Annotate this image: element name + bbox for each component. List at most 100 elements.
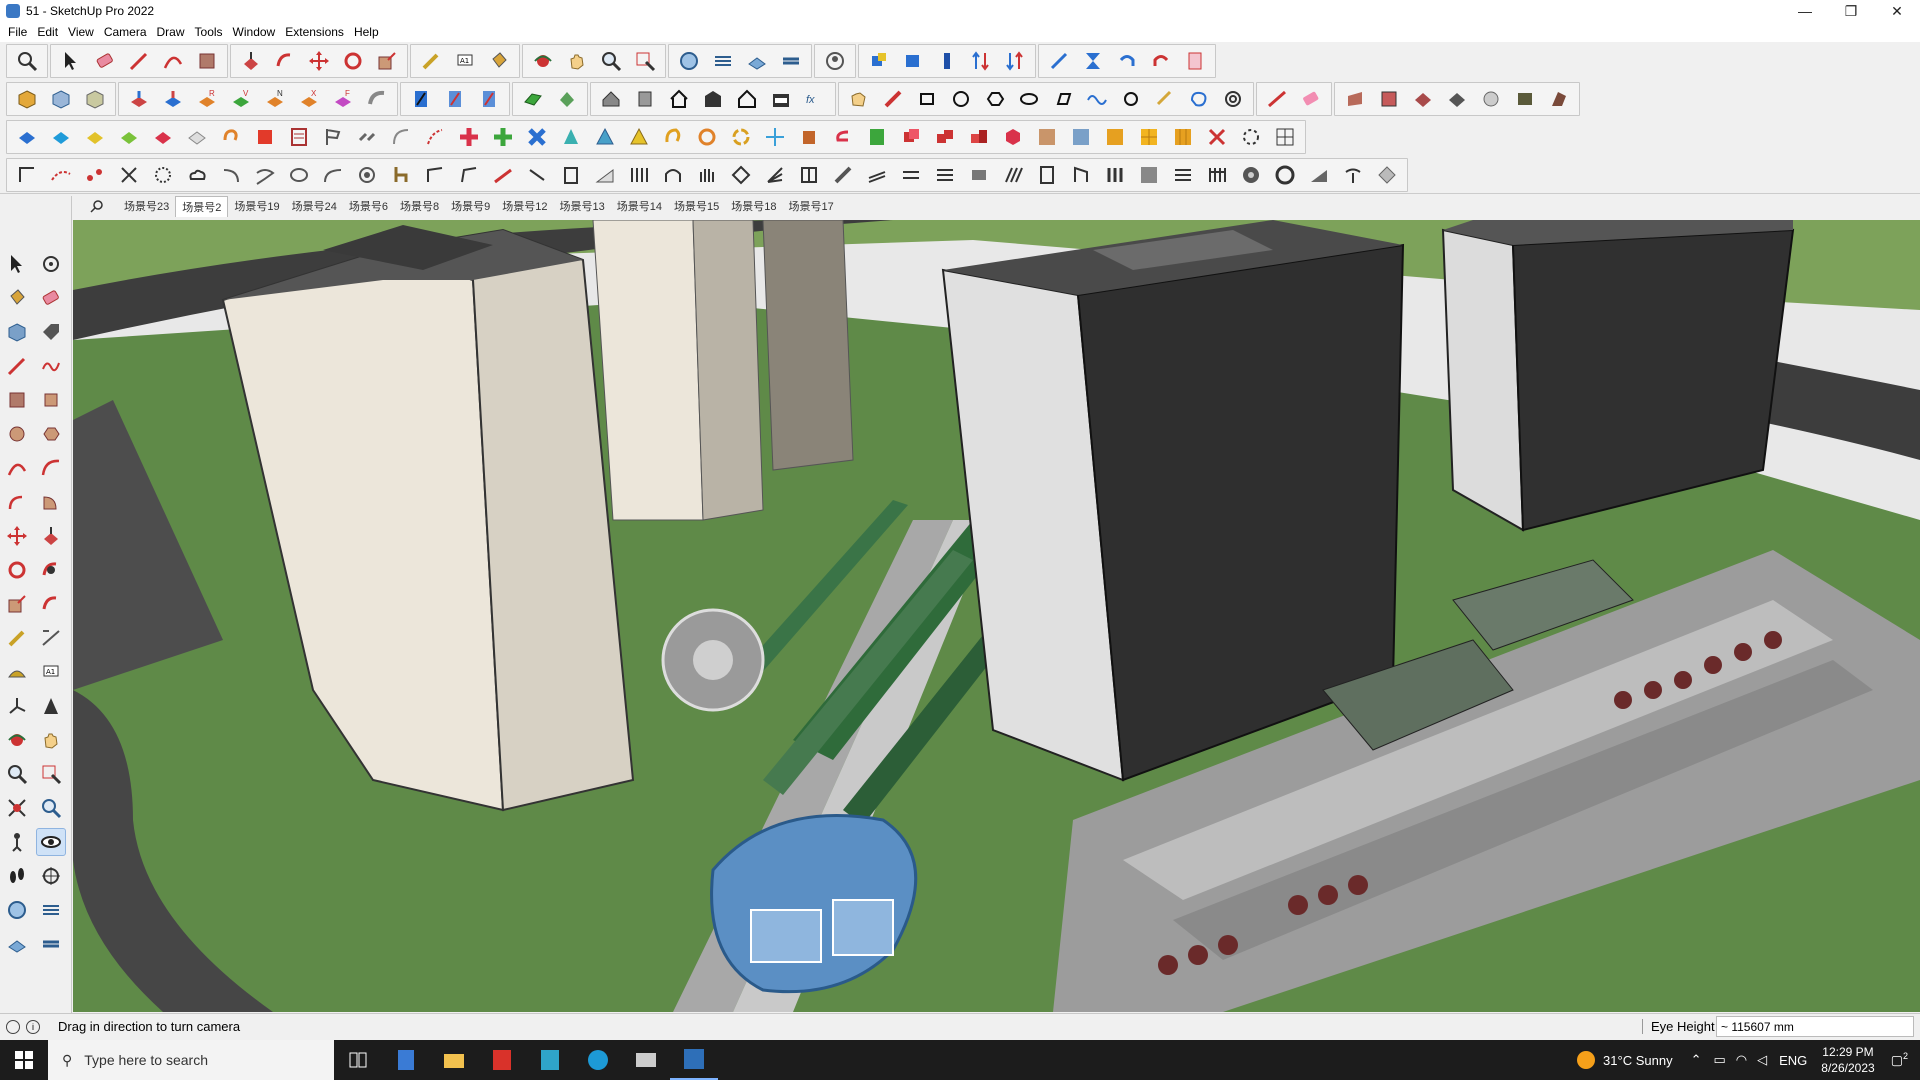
zoom-window-icon[interactable]: [631, 47, 659, 75]
house-outline-icon[interactable]: [733, 85, 761, 113]
pan-tool-icon[interactable]: [36, 726, 66, 754]
angle-line-icon[interactable]: [421, 161, 449, 189]
push-pull-tool-icon[interactable]: [36, 522, 66, 550]
measurements-value-box[interactable]: ~ 115607 mm: [1716, 1016, 1914, 1037]
flag-icon[interactable]: [319, 123, 347, 151]
blob-shape-icon[interactable]: [1185, 85, 1213, 113]
rectangle-icon[interactable]: [193, 47, 221, 75]
section-plane-tool-icon[interactable]: [36, 862, 66, 890]
pattern-2-icon[interactable]: [1067, 123, 1095, 151]
pan-hand-icon[interactable]: [563, 47, 591, 75]
panel-icon[interactable]: [1033, 161, 1061, 189]
menu-draw[interactable]: Draw: [155, 25, 193, 39]
pattern-5-icon[interactable]: [1169, 123, 1197, 151]
follow-me-tool-icon[interactable]: [36, 556, 66, 584]
scene-tab[interactable]: 场景号8: [394, 196, 445, 216]
cross-blue-icon[interactable]: [523, 123, 551, 151]
face-tool-6-icon[interactable]: [183, 123, 211, 151]
window-frame-2-icon[interactable]: [441, 85, 469, 113]
hourglass-icon[interactable]: [1079, 47, 1107, 75]
flip-up-icon[interactable]: [967, 47, 995, 75]
scene-tab[interactable]: 场景号12: [496, 196, 553, 216]
scene-tab[interactable]: 场景号13: [554, 196, 611, 216]
pattern-1-icon[interactable]: [1033, 123, 1061, 151]
double-slant-icon[interactable]: [863, 161, 891, 189]
follow-me-icon[interactable]: [271, 47, 299, 75]
scene-tab-active[interactable]: 场景号2: [175, 195, 229, 217]
menu-view[interactable]: View: [66, 25, 102, 39]
list-icon[interactable]: [285, 123, 313, 151]
flip-down-icon[interactable]: [1001, 47, 1029, 75]
sketchup-taskbar-icon[interactable]: [670, 1040, 718, 1080]
material-3-icon[interactable]: [1409, 85, 1437, 113]
move-icon[interactable]: [305, 47, 333, 75]
taskbar-search-box[interactable]: ⚲ Type here to search: [48, 1040, 334, 1080]
face-tool-4-icon[interactable]: [115, 123, 143, 151]
redo-icon[interactable]: [1147, 47, 1175, 75]
dotted-line-icon[interactable]: [47, 161, 75, 189]
dots-red-icon[interactable]: [81, 161, 109, 189]
box-brown-icon[interactable]: [795, 123, 823, 151]
polygon-shape-icon[interactable]: [981, 85, 1009, 113]
arc-multi-icon[interactable]: [727, 123, 755, 151]
look-around-eye-icon[interactable]: [36, 828, 66, 856]
user-account-icon[interactable]: [821, 47, 849, 75]
column-row-icon[interactable]: [625, 161, 653, 189]
3d-text-tool-icon[interactable]: [36, 692, 66, 720]
wave-shape-icon[interactable]: [1083, 85, 1111, 113]
select-solid-icon[interactable]: [933, 47, 961, 75]
shop-icon[interactable]: [767, 85, 795, 113]
bezier-icon[interactable]: [319, 161, 347, 189]
minimize-button[interactable]: —: [1782, 0, 1828, 22]
arc-icon[interactable]: [159, 47, 187, 75]
rotate-tool-icon[interactable]: [2, 556, 32, 584]
line-pencil-icon[interactable]: [125, 47, 153, 75]
scene-tab[interactable]: 场景号19: [228, 196, 285, 216]
red-square-icon[interactable]: [251, 123, 279, 151]
select-arrow-icon[interactable]: [57, 47, 85, 75]
extrude-n-icon[interactable]: N: [261, 85, 289, 113]
window-frame-3-icon[interactable]: [475, 85, 503, 113]
offset-tool-icon[interactable]: [36, 590, 66, 618]
stamp-tool-icon[interactable]: [36, 930, 66, 958]
hand-open-icon[interactable]: [693, 161, 721, 189]
calculator-app-icon[interactable]: [382, 1040, 430, 1080]
previous-view-tool-icon[interactable]: [36, 794, 66, 822]
face-tool-1-icon[interactable]: [13, 123, 41, 151]
scene-tab[interactable]: 场景号23: [118, 196, 175, 216]
cone-icon[interactable]: [557, 123, 585, 151]
scale-tool-icon[interactable]: [2, 590, 32, 618]
material-6-icon[interactable]: [1511, 85, 1539, 113]
circle-tool-icon[interactable]: [2, 420, 32, 448]
sandbox-icon[interactable]: [743, 47, 771, 75]
ramp-icon[interactable]: [591, 161, 619, 189]
diamond-gray-icon[interactable]: [1373, 161, 1401, 189]
line-tool-icon[interactable]: [2, 352, 32, 380]
select-component-icon[interactable]: [899, 47, 927, 75]
green-shape-icon[interactable]: [519, 85, 547, 113]
panel-2-icon[interactable]: [1067, 161, 1095, 189]
edge-browser-icon[interactable]: [574, 1040, 622, 1080]
menu-window[interactable]: Window: [231, 25, 284, 39]
tree-shape-icon[interactable]: [553, 85, 581, 113]
select-tool-icon[interactable]: [2, 250, 32, 278]
paint-bucket-icon[interactable]: [485, 47, 513, 75]
component-cube-icon[interactable]: [13, 85, 41, 113]
orbit-icon[interactable]: [529, 47, 557, 75]
axes-tool-icon[interactable]: [2, 692, 32, 720]
pattern-3-icon[interactable]: [1101, 123, 1129, 151]
wifi-icon[interactable]: ◠: [1736, 1052, 1747, 1068]
scene-tab[interactable]: 场景号14: [611, 196, 668, 216]
book-icon[interactable]: [795, 161, 823, 189]
wave-gray-icon[interactable]: [251, 161, 279, 189]
weld-line-icon[interactable]: [1263, 85, 1291, 113]
menu-camera[interactable]: Camera: [102, 25, 155, 39]
zoom-window-tool-icon[interactable]: [36, 760, 66, 788]
select-group-icon[interactable]: [865, 47, 893, 75]
hand-tool-icon[interactable]: [845, 85, 873, 113]
hatch-icon[interactable]: [1135, 161, 1163, 189]
stamp-gray-icon[interactable]: [965, 161, 993, 189]
weather-widget[interactable]: 31°C Sunny: [1577, 1051, 1673, 1069]
curve-fx-icon[interactable]: fx: [801, 85, 829, 113]
speaker-icon[interactable]: ◁: [1757, 1052, 1767, 1068]
